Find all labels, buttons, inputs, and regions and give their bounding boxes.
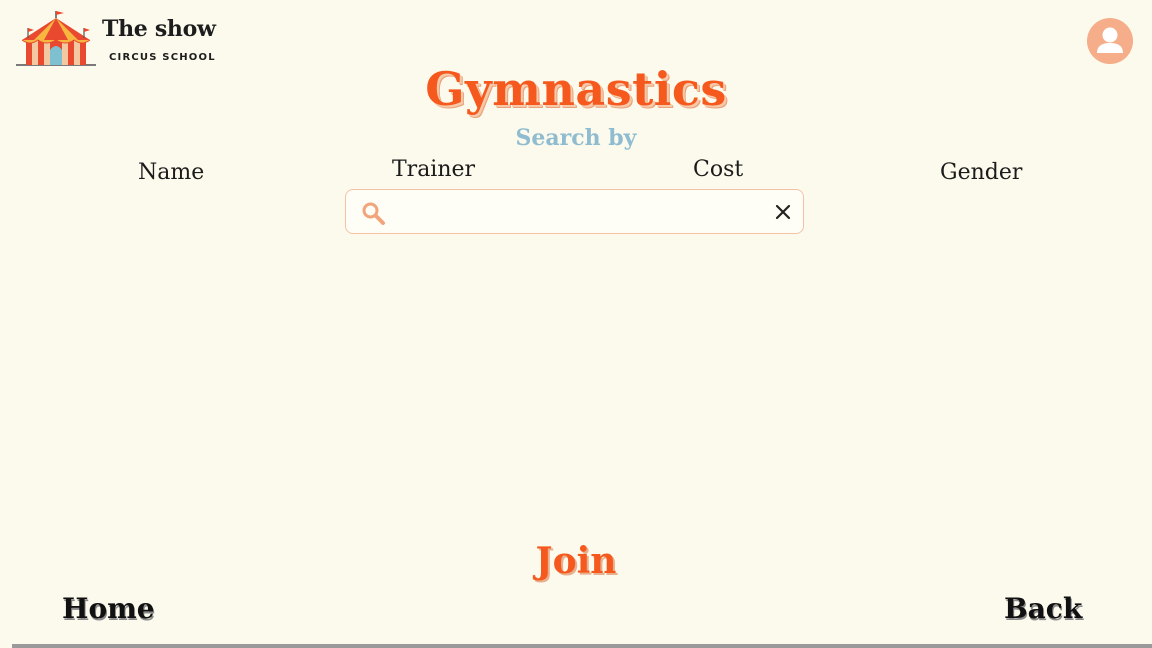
brand-logo[interactable]: The show CIRCUS SCHOOL bbox=[14, 10, 224, 70]
search-input[interactable] bbox=[396, 196, 770, 228]
search-icon[interactable] bbox=[360, 200, 386, 226]
bottom-divider bbox=[12, 644, 1152, 648]
page-title: Gymnastics bbox=[425, 62, 727, 116]
filter-name[interactable]: Name bbox=[138, 160, 204, 185]
filter-cost[interactable]: Cost bbox=[693, 157, 743, 182]
close-icon[interactable] bbox=[771, 200, 795, 224]
brand-title: The show bbox=[102, 16, 216, 42]
search-by-label: Search by bbox=[515, 125, 637, 151]
filter-trainer[interactable]: Trainer bbox=[392, 157, 475, 182]
home-link[interactable]: Home bbox=[62, 592, 155, 625]
search-box bbox=[345, 189, 804, 234]
filter-gender[interactable]: Gender bbox=[940, 160, 1022, 185]
join-button[interactable]: Join bbox=[536, 540, 617, 582]
circus-tent-icon bbox=[16, 11, 96, 66]
user-icon bbox=[1097, 27, 1123, 53]
back-link[interactable]: Back bbox=[1004, 592, 1082, 625]
join-container: Join bbox=[0, 540, 1152, 582]
user-avatar-button[interactable] bbox=[1087, 18, 1133, 64]
